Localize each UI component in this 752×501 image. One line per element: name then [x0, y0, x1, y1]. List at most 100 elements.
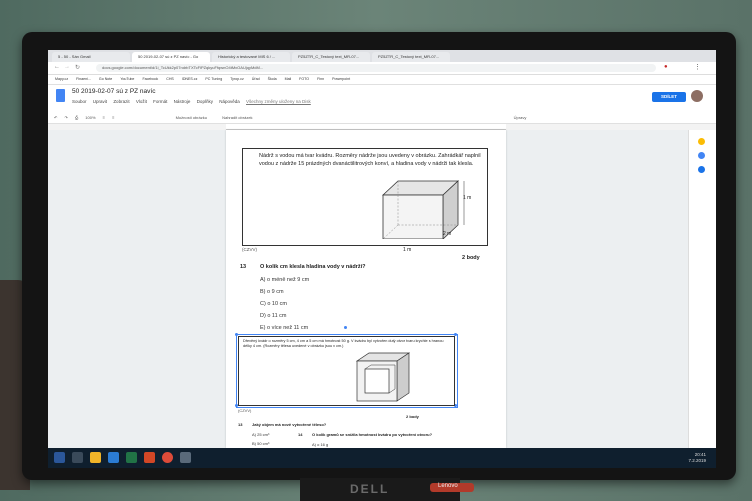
monitor-logo: DELL [350, 482, 390, 496]
powerpoint-icon[interactable] [144, 452, 155, 463]
points-label-1: 2 body [462, 255, 480, 261]
align-left-icon[interactable]: ≡ [103, 115, 105, 120]
app-icon[interactable] [180, 452, 191, 463]
bookmark-11[interactable]: Mail [285, 77, 292, 81]
menu-soubor[interactable]: Soubor [72, 99, 87, 104]
option-c: C) o 10 cm [260, 301, 287, 307]
forward-icon[interactable]: → [64, 64, 70, 70]
image-options-button[interactable]: Možnosti obrázku [176, 115, 207, 120]
tab-1[interactable]: 50 2019-02-07 sú z PZ navíc - Go [132, 52, 210, 62]
menu-nastroje[interactable]: Nástroje [174, 99, 191, 104]
start-icon[interactable] [54, 452, 65, 463]
side-panel [688, 130, 716, 448]
volume-option-a: A) 25 cm³ [252, 432, 270, 437]
power-button-label: Lenovo [438, 483, 458, 489]
docs-header: 50 2019-02-07 sú z PZ navíc Soubor Uprav… [48, 85, 716, 113]
bookmark-5[interactable]: CHS [166, 77, 174, 81]
dim-height-label: 1 m [463, 195, 472, 201]
option-d: D) o 11 cm [260, 313, 287, 319]
windows-taskbar: 20:41 7.2.2019 [48, 448, 716, 468]
points-label-2: 2 body [406, 414, 419, 419]
bookmark-7[interactable]: PC Tuning [205, 77, 222, 81]
tab-3[interactable]: PZ5ZTR_C_Testový text_MR-07... [292, 52, 370, 62]
bookmark-9[interactable]: Úřad [252, 77, 260, 81]
align-center-icon[interactable]: ≡ [112, 115, 114, 120]
tasks-icon[interactable] [698, 166, 705, 173]
zoom-select[interactable]: 100% [85, 115, 95, 120]
chrome-icon[interactable] [162, 452, 173, 463]
docs-toolbar: ↶ ↷ ⎙ 100% ≡ ≡ Možnosti obrázku Nahradit… [48, 113, 716, 124]
dim-width-label: 1 m [403, 247, 412, 253]
bookmark-14[interactable]: Powerpoint [332, 77, 350, 81]
tank-figure-text: Nádrž s vodou má tvar kvádru. Rozměry ná… [259, 153, 481, 167]
bookmark-4[interactable]: Facebook [142, 77, 158, 81]
avatar[interactable] [691, 90, 703, 102]
source-label-1: (CZVV) [242, 247, 257, 252]
option-b: B) o 9 cm [260, 289, 284, 295]
menu-upravit[interactable]: Upravit [93, 99, 107, 104]
bookmark-0[interactable]: Mapy.cz [55, 77, 68, 81]
redo-icon[interactable]: ↷ [64, 115, 67, 120]
tank-figure: Nádrž s vodou má tvar kvádru. Rozměry ná… [242, 148, 488, 253]
browser-tabbar: 5 - 50 - Sàn Gmail 50 2019-02-07 sú z PZ… [48, 50, 716, 62]
extension-icon[interactable]: ● [664, 64, 668, 70]
bookmark-6[interactable]: IDNES.cz [182, 77, 198, 81]
menu-zobrazit[interactable]: Zobrazit [113, 99, 129, 104]
menu-doplnky[interactable]: Doplňky [197, 99, 213, 104]
keep-icon[interactable] [698, 138, 705, 145]
menu-napoveda[interactable]: Nápověda [219, 99, 240, 104]
back-icon[interactable]: ← [54, 64, 60, 70]
replace-image-button[interactable]: Nahradit obrázek [222, 115, 252, 120]
rotate-handle[interactable] [344, 326, 347, 329]
word-icon[interactable] [108, 452, 119, 463]
system-clock[interactable]: 20:41 7.2.2019 [688, 452, 706, 464]
clock-date: 7.2.2019 [688, 458, 706, 463]
question-mass-text: O kolik gramů se snížila hmotnost kvádru… [312, 432, 433, 437]
excel-icon[interactable] [126, 452, 137, 463]
hollow-block-drawing [355, 352, 411, 402]
editing-mode-button[interactable]: Úpravy [514, 115, 527, 120]
bookmark-12[interactable]: FOTO [299, 77, 309, 81]
calendar-icon[interactable] [698, 152, 705, 159]
bookmark-1[interactable]: Finaeni... [76, 77, 91, 81]
docs-menubar: Soubor Upravit Zobrazit Vložit Formát Ná… [72, 99, 316, 104]
hollow-block-figure: Dřevěný kvádr o rozměry 5 cm, 4 cm a 5 c… [238, 336, 455, 406]
explorer-icon[interactable] [90, 452, 101, 463]
tab-0[interactable]: 5 - 50 - Sàn Gmail [52, 52, 130, 62]
option-a: A) o méně než 9 cm [260, 277, 310, 283]
docs-logo-icon[interactable] [56, 89, 65, 102]
bookmark-3[interactable]: YouTube [120, 77, 134, 81]
cuboid-drawing [381, 180, 465, 239]
bookmark-10[interactable]: Škola [268, 77, 277, 81]
question-13-text: O kolik cm klesla hladina vody v nádrži? [260, 264, 366, 270]
dim-depth-label: 2 m [443, 231, 452, 237]
reload-icon[interactable]: ↻ [75, 64, 80, 71]
bookmark-2[interactable]: Go Note [99, 77, 112, 81]
source-label-2: (CZVV) [238, 408, 252, 413]
address-bar: ← → ↻ docs.google.com/document/d/1i_TcUk… [48, 62, 716, 75]
menu-vlozit[interactable]: Vložit [136, 99, 147, 104]
search-icon[interactable] [72, 452, 83, 463]
option-e: E) o více než 11 cm [260, 325, 309, 331]
question-volume-text: Jaký objem má nově vytvořené těleso? [252, 422, 327, 427]
url-field[interactable]: docs.google.com/document/d/1i_TcUkk2p07n… [96, 64, 656, 72]
mass-option-a: A) o 16 g [312, 442, 329, 447]
doc-title[interactable]: 50 2019-02-07 sú z PZ navíc [72, 88, 155, 95]
bookmark-8[interactable]: Tyrop.cz [230, 77, 244, 81]
volume-option-b: B) 50 cm³ [252, 441, 270, 446]
print-icon[interactable]: ⎙ [75, 115, 78, 120]
bookmark-13[interactable]: Finn [317, 77, 324, 81]
menu-format[interactable]: Formát [153, 99, 167, 104]
hollow-block-text: Dřevěný kvádr o rozměry 5 cm, 4 cm a 5 c… [243, 339, 444, 348]
tab-2[interactable]: Historický a testované MIS 6 / ... [212, 52, 290, 62]
last-edit-link[interactable]: Všechny změny uloženy na Disk [246, 99, 311, 104]
tab-4[interactable]: PZ5ZTR_C_Testový text_MR-07... [372, 52, 450, 62]
question-number-13: 13 [240, 264, 247, 270]
share-button[interactable]: SDÍLET [652, 92, 686, 102]
menu-icon[interactable]: ⋮ [694, 63, 701, 71]
question-number-14: 14 [298, 432, 303, 437]
question-number-13b: 13 [238, 422, 243, 427]
monitor-screen: 5 - 50 - Sàn Gmail 50 2019-02-07 sú z PZ… [48, 50, 716, 468]
bookmarks-bar: Mapy.cz Finaeni... Go Note YouTube Faceb… [48, 75, 716, 85]
undo-icon[interactable]: ↶ [54, 115, 57, 120]
